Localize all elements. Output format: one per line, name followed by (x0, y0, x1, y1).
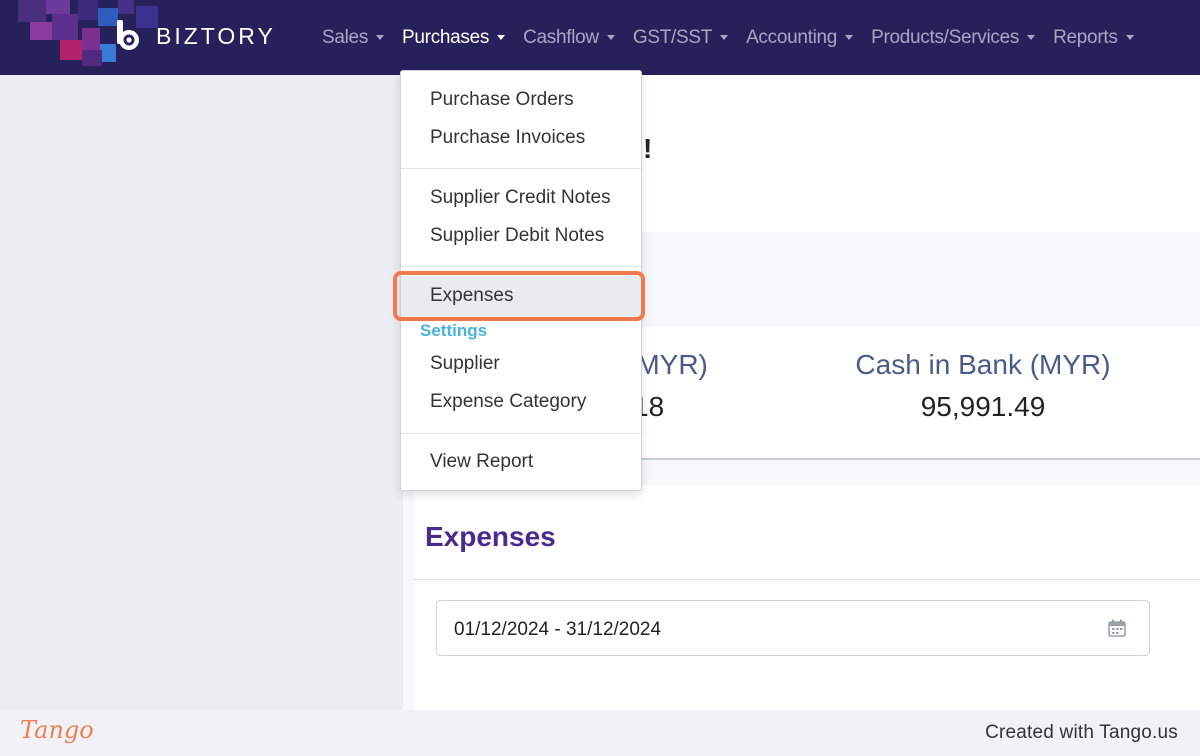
nav-gst-sst[interactable]: GST/SST (632, 26, 729, 49)
nav-reports[interactable]: Reports (1053, 26, 1134, 49)
chevron-down-icon (606, 35, 615, 40)
chevron-down-icon (1125, 35, 1134, 40)
chevron-down-icon (845, 35, 854, 40)
nav-accounting-label: Accounting (746, 26, 838, 48)
nav-reports-label: Reports (1053, 26, 1118, 48)
main-nav: Sales Purchases Cashflow GST/SST Account… (322, 0, 1152, 75)
stat-total-value: 18 (633, 391, 665, 422)
expenses-title: Expenses (425, 521, 556, 552)
top-navbar: BIZTORY Sales Purchases Cashflow GST/SST… (0, 0, 1200, 75)
nav-cashflow[interactable]: Cashflow (523, 27, 615, 49)
menu-item-purchase-orders[interactable]: Purchase Orders (430, 89, 574, 111)
nav-sales[interactable]: Sales (322, 26, 385, 49)
stat-cash-in-bank-value: 95,991.49 (920, 391, 1046, 422)
sidebar (0, 75, 403, 710)
menu-item-supplier-debit-notes[interactable]: Supplier Debit Notes (430, 225, 604, 247)
divider (414, 579, 1200, 580)
brand-name: BIZTORY (156, 22, 276, 49)
nav-products-services[interactable]: Products/Services (871, 26, 1036, 49)
tango-logo: Tango (20, 716, 94, 744)
chevron-down-icon (1027, 35, 1036, 40)
nav-gst-sst-label: GST/SST (632, 26, 713, 48)
menu-item-view-report[interactable]: View Report (430, 451, 533, 473)
menu-item-supplier[interactable]: Supplier (430, 353, 500, 375)
biztory-logo[interactable]: BIZTORY (112, 18, 276, 54)
stat-cash-in-bank-label: Cash in Bank (MYR) (855, 349, 1111, 380)
chevron-down-icon (497, 35, 506, 40)
calendar-icon[interactable] (1107, 618, 1127, 638)
nav-purchases-label: Purchases (402, 26, 490, 48)
click-highlight-ring (393, 271, 645, 321)
lower-section: Expenses 01/12/2024 - 31/12/2024 (403, 460, 1200, 710)
menu-item-purchase-invoices[interactable]: Purchase Invoices (430, 127, 585, 149)
nav-sales-label: Sales (322, 26, 369, 48)
chevron-down-icon (720, 35, 729, 40)
menu-divider (401, 168, 641, 169)
chevron-down-icon (376, 35, 385, 40)
nav-products-services-label: Products/Services (871, 26, 1020, 48)
menu-divider (401, 266, 641, 267)
nav-purchases[interactable]: Purchases (402, 26, 506, 49)
date-range-value: 01/12/2024 - 31/12/2024 (454, 619, 662, 640)
date-range-input[interactable]: 01/12/2024 - 31/12/2024 (436, 600, 1150, 656)
welcome-heading: ! (643, 133, 653, 164)
menu-divider (401, 433, 641, 434)
biztory-logo-icon (112, 18, 148, 54)
stat-cash-in-bank: Cash in Bank (MYR) 95,991.49 (833, 349, 1133, 423)
menu-item-expense-category[interactable]: Expense Category (430, 391, 586, 413)
expenses-card: Expenses 01/12/2024 - 31/12/2024 (414, 485, 1200, 710)
menu-item-supplier-credit-notes[interactable]: Supplier Credit Notes (430, 187, 611, 209)
nav-cashflow-label: Cashflow (523, 26, 599, 48)
menu-section-settings: Settings (420, 321, 488, 340)
tango-credit-text: Created with Tango.us (985, 722, 1178, 743)
nav-accounting[interactable]: Accounting (746, 26, 854, 49)
tango-footer: Tango Created with Tango.us (0, 710, 1200, 756)
